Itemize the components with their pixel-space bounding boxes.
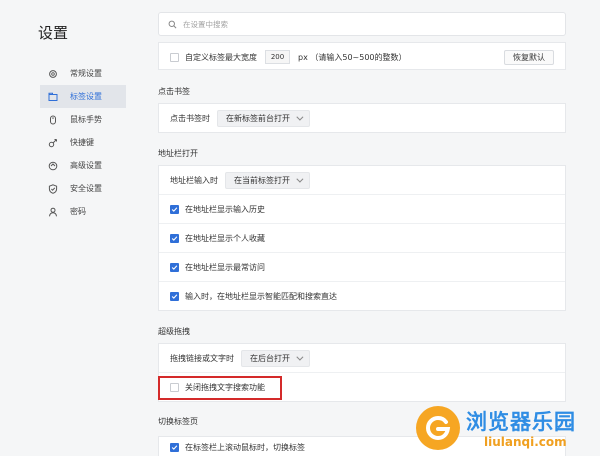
shortcut-icon (47, 137, 59, 149)
checkbox-checked[interactable] (170, 292, 179, 301)
addressbar-row-label: 地址栏输入时 (170, 175, 218, 185)
dropdown-value: 在后台打开 (250, 353, 290, 363)
option-label: 输入时，在地址栏显示智能匹配和搜索直达 (185, 292, 337, 301)
checkbox-checked[interactable] (170, 442, 179, 452)
red-highlight-box (158, 376, 282, 400)
section-title-switch-tab: 切换标签页 (158, 417, 198, 426)
sidebar-item-password[interactable]: 密码 (40, 200, 126, 223)
sidebar-item-label: 密码 (70, 207, 86, 216)
check-icon (171, 206, 178, 212)
search-input[interactable] (183, 19, 543, 29)
sidebar-item-shortcuts[interactable]: 快捷键 (40, 131, 126, 154)
tab-width-label: 自定义标签最大宽度 (185, 52, 257, 62)
watermark: 浏览器乐园 liulanqi.com (414, 402, 600, 456)
addressbar-row: 地址栏输入时 在当前标签打开 (159, 166, 565, 195)
bookmark-row-label: 点击书签时 (170, 114, 210, 123)
gear-icon (47, 68, 59, 80)
tab-width-card: 自定义标签最大宽度 200 px （请输入50~500的整数） 恢复默认 (158, 42, 566, 70)
tab-width-hint: px （请输入50~500的整数） (298, 52, 407, 62)
sidebar: 设置 常规设置 标签设置 鼠标手势 快捷键 高级设置 安全设置 密码 (0, 0, 136, 456)
addressbar-option-favorites[interactable]: 在地址栏显示个人收藏 (159, 224, 565, 253)
sidebar-item-advanced[interactable]: 高级设置 (40, 154, 126, 177)
sidebar-item-mouse-gestures[interactable]: 鼠标手势 (40, 108, 126, 131)
addressbar-option-most-visited[interactable]: 在地址栏显示最常访问 (159, 253, 565, 282)
tab-width-checkbox[interactable] (170, 52, 179, 62)
option-label: 在地址栏显示最常访问 (185, 262, 265, 272)
option-label: 在地址栏显示输入历史 (185, 204, 265, 214)
watermark-subtitle: liulanqi.com (484, 435, 567, 449)
sidebar-item-label: 快捷键 (70, 138, 94, 147)
section-title-bookmark: 点击书签 (158, 87, 190, 96)
tab-icon (47, 91, 59, 103)
chevron-down-icon (296, 113, 304, 121)
sidebar-nav: 常规设置 标签设置 鼠标手势 快捷键 高级设置 安全设置 密码 (40, 62, 126, 223)
check-icon (171, 264, 178, 270)
check-icon (171, 294, 178, 299)
addressbar-open-dropdown[interactable]: 在当前标签打开 (225, 171, 310, 189)
option-label: 在地址栏显示个人收藏 (185, 233, 265, 243)
shield-icon (47, 183, 59, 195)
sidebar-item-tabs[interactable]: 标签设置 (40, 85, 126, 108)
check-icon (171, 444, 178, 450)
watermark-logo-icon (416, 406, 460, 450)
check-icon (171, 235, 178, 241)
sidebar-item-label: 鼠标手势 (70, 115, 102, 124)
user-icon (47, 206, 59, 218)
dropdown-value: 在新标签前台打开 (226, 114, 290, 123)
checkbox-checked[interactable] (170, 204, 179, 214)
sidebar-item-label: 标签设置 (70, 92, 102, 101)
chevron-down-icon (296, 353, 304, 361)
addressbar-card: 地址栏输入时 在当前标签打开 在地址栏显示输入历史 在地址栏显示个人收藏 在地址… (158, 165, 566, 311)
bookmark-open-dropdown[interactable]: 在新标签前台打开 (217, 110, 310, 127)
restore-default-button[interactable]: 恢复默认 (504, 49, 554, 65)
addressbar-option-history[interactable]: 在地址栏显示输入历史 (159, 195, 565, 224)
dropdown-value: 在当前标签打开 (234, 175, 290, 185)
sidebar-item-label: 常规设置 (70, 69, 102, 78)
sidebar-item-label: 高级设置 (70, 161, 102, 170)
search-box[interactable] (158, 12, 566, 36)
advanced-icon (47, 160, 59, 172)
app-title: 设置 (38, 24, 69, 42)
tab-width-row: 自定义标签最大宽度 200 px （请输入50~500的整数） 恢复默认 (159, 43, 565, 71)
watermark-title: 浏览器乐园 (466, 409, 576, 434)
checkbox-checked[interactable] (170, 233, 179, 243)
section-title-drag: 超级拖拽 (158, 327, 190, 336)
sidebar-item-general[interactable]: 常规设置 (40, 62, 126, 85)
drag-row-label: 拖拽链接或文字时 (170, 353, 234, 363)
section-title-addressbar: 地址栏打开 (158, 149, 198, 158)
tab-width-input[interactable]: 200 (265, 50, 290, 64)
sidebar-item-security[interactable]: 安全设置 (40, 177, 126, 200)
bookmark-card: 点击书签时 在新标签前台打开 (158, 103, 566, 133)
sidebar-item-label: 安全设置 (70, 184, 102, 193)
chevron-down-icon (296, 175, 304, 183)
mouse-icon (47, 114, 59, 126)
search-icon (168, 20, 177, 28)
drag-open-dropdown[interactable]: 在后台打开 (241, 349, 310, 367)
option-label: 在标签栏上滚动鼠标时，切换标签 (185, 442, 305, 452)
bookmark-row: 点击书签时 在新标签前台打开 (159, 104, 565, 133)
addressbar-option-smart-match[interactable]: 输入时，在地址栏显示智能匹配和搜索直达 (159, 282, 565, 311)
checkbox-checked[interactable] (170, 262, 179, 272)
drag-row: 拖拽链接或文字时 在后台打开 (159, 344, 565, 373)
